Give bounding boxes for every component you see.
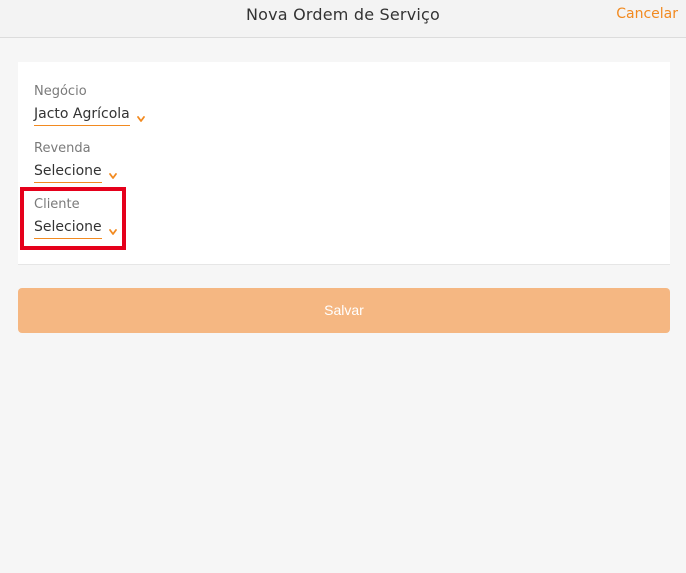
highlight-box bbox=[20, 187, 126, 250]
field-label: Revenda bbox=[34, 141, 91, 156]
save-button[interactable]: Salvar bbox=[18, 288, 670, 333]
chevron-down-icon bbox=[108, 173, 117, 179]
field-label: Negócio bbox=[34, 84, 87, 99]
field-revenda: Revenda Selecione bbox=[34, 141, 118, 183]
top-bar: Nova Ordem de Serviço Cancelar bbox=[0, 0, 686, 38]
chevron-down-icon bbox=[136, 116, 145, 122]
cancel-button[interactable]: Cancelar bbox=[616, 6, 678, 22]
field-negocio: Negócio Jacto Agrícola bbox=[34, 84, 146, 126]
negocio-select[interactable]: Jacto Agrícola bbox=[34, 106, 146, 126]
revenda-select[interactable]: Selecione bbox=[34, 163, 118, 183]
page-title: Nova Ordem de Serviço bbox=[245, 5, 441, 24]
select-value[interactable]: Jacto Agrícola bbox=[34, 106, 130, 126]
select-value[interactable]: Selecione bbox=[34, 163, 102, 183]
